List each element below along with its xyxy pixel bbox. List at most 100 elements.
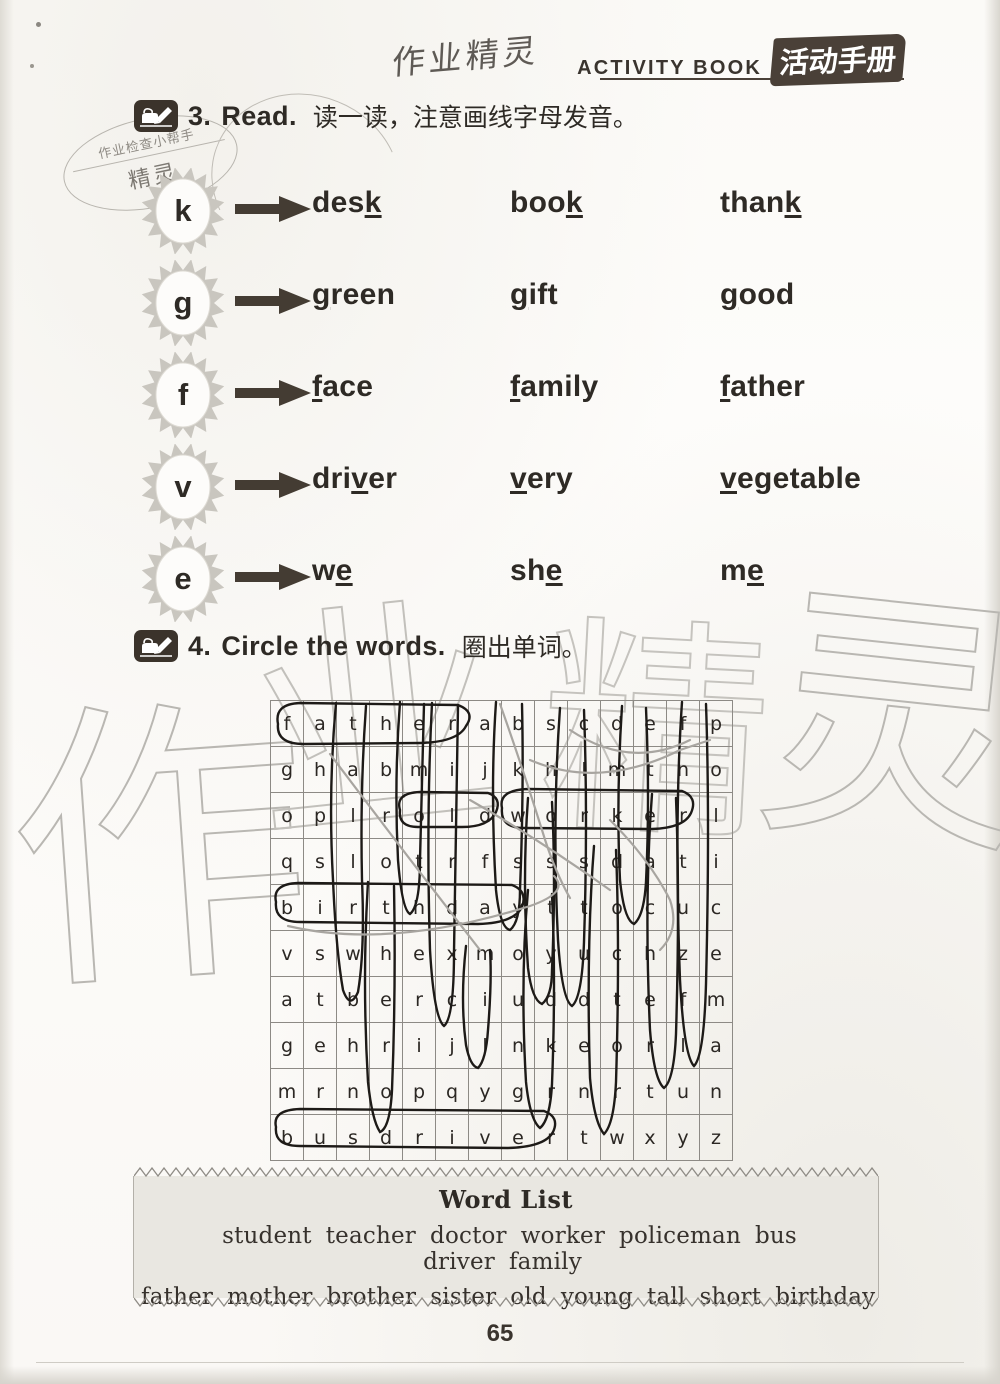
word-search-cell[interactable]: c [435, 976, 469, 1023]
word-search-cell[interactable]: o [270, 792, 304, 839]
word-search-cell[interactable]: r [534, 1068, 568, 1115]
word-search-cell[interactable]: s [534, 700, 568, 747]
word-search-cell[interactable]: d [435, 884, 469, 931]
word-search-cell[interactable]: m [402, 746, 436, 793]
word-search-cell[interactable]: b [270, 1114, 304, 1161]
word-search-cell[interactable]: h [303, 746, 337, 793]
word-search-cell[interactable]: v [468, 1114, 502, 1161]
word-search-cell[interactable]: z [666, 930, 700, 977]
word-search-cell[interactable]: h [369, 930, 403, 977]
word-search-cell[interactable]: d [600, 838, 634, 885]
word-search-cell[interactable]: s [534, 838, 568, 885]
word-search-cell[interactable]: i [435, 1114, 469, 1161]
word-search-cell[interactable]: s [567, 838, 601, 885]
word-search-cell[interactable]: e [303, 1022, 337, 1069]
word-search-cell[interactable]: r [600, 1068, 634, 1115]
word-search-cell[interactable]: o [534, 792, 568, 839]
word-search-cell[interactable]: e [633, 976, 667, 1023]
word-search-cell[interactable]: s [336, 1114, 370, 1161]
word-search-cell[interactable]: s [303, 930, 337, 977]
word-search-cell[interactable]: r [336, 884, 370, 931]
word-search-cell[interactable]: r [402, 976, 436, 1023]
word-search-cell[interactable]: c [633, 884, 667, 931]
word-search-grid[interactable]: fatherabscdefpghabmijkhlmtnooplroldworke… [270, 700, 733, 1161]
word-search-cell[interactable]: e [699, 930, 733, 977]
word-search-cell[interactable]: i [435, 746, 469, 793]
word-search-cell[interactable]: n [567, 1068, 601, 1115]
word-search-cell[interactable]: r [534, 1114, 568, 1161]
word-search-cell[interactable]: t [402, 838, 436, 885]
word-search-cell[interactable]: t [303, 976, 337, 1023]
word-search-cell[interactable]: e [402, 930, 436, 977]
word-search-cell[interactable]: t [567, 884, 601, 931]
word-search-cell[interactable]: e [633, 792, 667, 839]
word-search-cell[interactable]: n [699, 1068, 733, 1115]
word-search-cell[interactable]: j [435, 1022, 469, 1069]
word-search-cell[interactable]: d [567, 976, 601, 1023]
word-search-cell[interactable]: a [699, 1022, 733, 1069]
word-search-cell[interactable]: a [270, 976, 304, 1023]
word-search-cell[interactable]: u [501, 976, 535, 1023]
word-search-cell[interactable]: m [270, 1068, 304, 1115]
word-search-cell[interactable]: l [699, 792, 733, 839]
word-search-cell[interactable]: k [600, 792, 634, 839]
word-search-cell[interactable]: y [501, 884, 535, 931]
word-search-cell[interactable]: o [402, 792, 436, 839]
word-search-cell[interactable]: u [666, 884, 700, 931]
word-search-cell[interactable]: t [567, 1114, 601, 1161]
word-search-cell[interactable]: a [303, 700, 337, 747]
word-search-cell[interactable]: r [435, 700, 469, 747]
word-search-cell[interactable]: f [666, 700, 700, 747]
word-search-cell[interactable]: p [699, 700, 733, 747]
word-search-cell[interactable]: c [600, 930, 634, 977]
word-search-cell[interactable]: q [270, 838, 304, 885]
word-search-cell[interactable]: i [303, 884, 337, 931]
word-search-cell[interactable]: e [567, 1022, 601, 1069]
word-search-cell[interactable]: o [600, 884, 634, 931]
word-search-cell[interactable]: v [270, 930, 304, 977]
word-search-cell[interactable]: r [633, 1022, 667, 1069]
word-search-cell[interactable]: j [468, 746, 502, 793]
word-search-cell[interactable]: q [435, 1068, 469, 1115]
word-search-cell[interactable]: t [534, 884, 568, 931]
word-search-cell[interactable]: e [402, 700, 436, 747]
word-search-cell[interactable]: r [435, 838, 469, 885]
word-search-cell[interactable]: i [468, 976, 502, 1023]
word-search-cell[interactable]: c [699, 884, 733, 931]
word-search-cell[interactable]: l [567, 746, 601, 793]
word-search-cell[interactable]: w [600, 1114, 634, 1161]
word-search-cell[interactable]: d [369, 1114, 403, 1161]
word-search-cell[interactable]: h [336, 1022, 370, 1069]
word-search-cell[interactable]: d [534, 976, 568, 1023]
word-search-cell[interactable]: x [633, 1114, 667, 1161]
word-search-cell[interactable]: r [666, 792, 700, 839]
word-search-cell[interactable]: o [369, 838, 403, 885]
word-search-cell[interactable]: a [633, 838, 667, 885]
word-search-cell[interactable]: y [666, 1114, 700, 1161]
word-search-cell[interactable]: f [270, 700, 304, 747]
word-search-cell[interactable]: t [600, 976, 634, 1023]
word-search-cell[interactable]: t [666, 838, 700, 885]
word-search-cell[interactable]: g [501, 1068, 535, 1115]
word-search-cell[interactable]: o [501, 930, 535, 977]
word-search-cell[interactable]: z [699, 1114, 733, 1161]
word-search-cell[interactable]: o [600, 1022, 634, 1069]
word-search-cell[interactable]: a [468, 700, 502, 747]
word-search-cell[interactable]: f [666, 976, 700, 1023]
word-search-cell[interactable]: r [402, 1114, 436, 1161]
word-search-cell[interactable]: r [567, 792, 601, 839]
word-search-cell[interactable]: w [336, 930, 370, 977]
word-search-cell[interactable]: e [369, 976, 403, 1023]
word-search-cell[interactable]: g [270, 746, 304, 793]
word-search-cell[interactable]: t [336, 700, 370, 747]
word-search-cell[interactable]: t [633, 746, 667, 793]
word-search-puzzle[interactable]: fatherabscdefpghabmijkhlmtnooplroldworke… [270, 700, 733, 1161]
word-search-cell[interactable]: d [468, 792, 502, 839]
word-search-cell[interactable]: t [633, 1068, 667, 1115]
word-search-cell[interactable]: n [336, 1068, 370, 1115]
word-search-cell[interactable]: i [699, 838, 733, 885]
word-search-cell[interactable]: d [600, 700, 634, 747]
word-search-cell[interactable]: b [369, 746, 403, 793]
word-search-cell[interactable]: n [666, 746, 700, 793]
word-search-cell[interactable]: l [336, 838, 370, 885]
